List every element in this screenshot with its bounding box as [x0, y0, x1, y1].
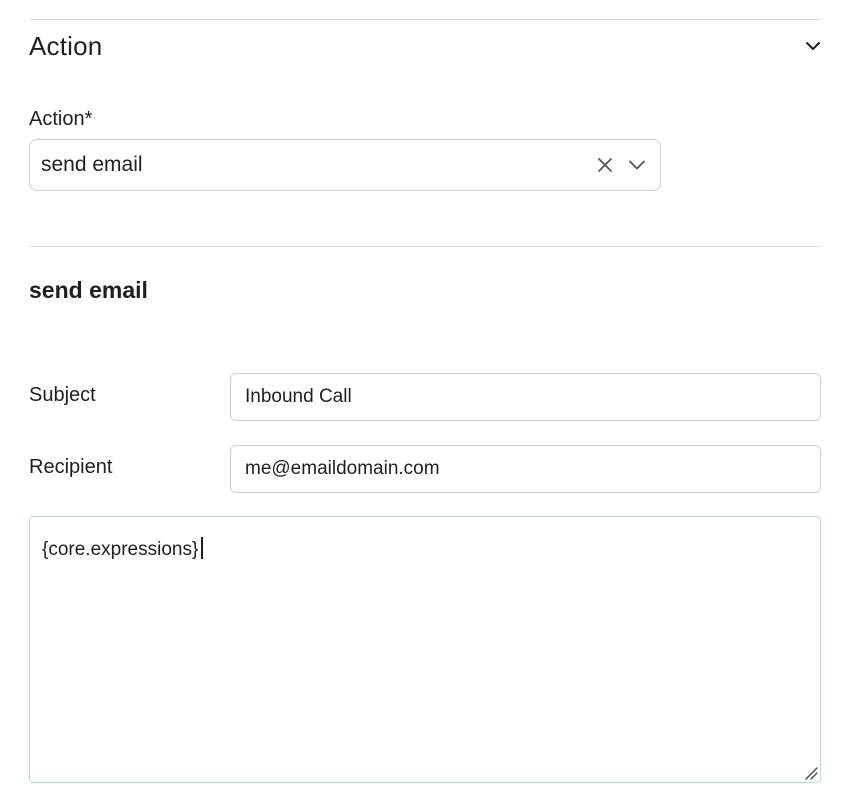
section-divider	[29, 246, 821, 247]
select-controls	[590, 150, 652, 180]
email-body-text: {core.expressions}	[42, 539, 199, 560]
email-body-textarea[interactable]: {core.expressions}	[29, 516, 821, 783]
recipient-input[interactable]	[230, 445, 821, 493]
action-panel: Action Action* send email send email Sub…	[0, 0, 856, 806]
chevron-down-icon[interactable]	[622, 150, 652, 180]
subject-label: Subject	[29, 384, 96, 406]
recipient-label: Recipient	[29, 456, 113, 478]
section-title: Action	[29, 30, 103, 61]
action-field-label: Action*	[29, 108, 93, 130]
resize-handle-icon[interactable]	[802, 764, 818, 780]
action-select[interactable]: send email	[29, 139, 661, 191]
action-select-value: send email	[41, 153, 143, 176]
chevron-down-icon[interactable]	[797, 30, 829, 62]
text-cursor	[201, 537, 204, 559]
action-section-header[interactable]: Action	[29, 20, 821, 72]
subject-input[interactable]	[230, 373, 821, 421]
close-icon[interactable]	[590, 150, 620, 180]
send-email-heading: send email	[29, 277, 148, 303]
